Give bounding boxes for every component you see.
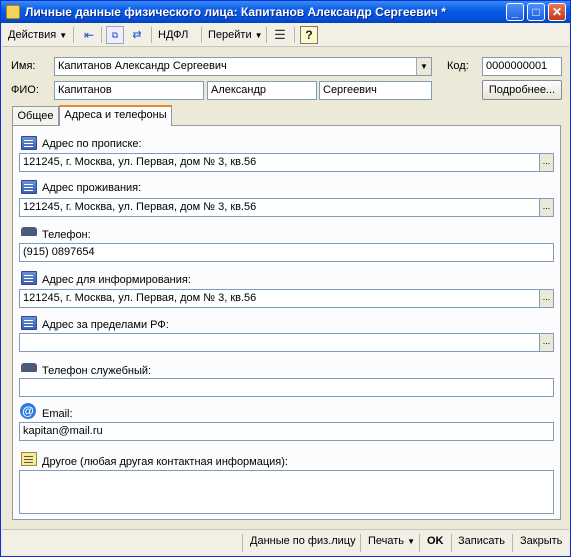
toolbar-divider [266, 27, 267, 43]
tab-addresses-phones[interactable]: Адреса и телефоны [59, 105, 172, 126]
note-icon [21, 452, 37, 466]
work-phone-label: Телефон служебный: [42, 365, 152, 377]
other-info-label: Другое (любая другая контактная информац… [42, 456, 288, 468]
arrow-left-icon[interactable]: ⇤ [80, 26, 98, 44]
minimize-button[interactable]: _ [506, 3, 524, 21]
residence-address-field[interactable]: 121245, г. Москва, ул. Первая, дом № 3, … [19, 198, 540, 217]
last-name-field[interactable]: Капитанов [54, 81, 204, 100]
toolbar-divider [294, 27, 295, 43]
details-button[interactable]: Подробнее... [482, 80, 562, 100]
ellipsis-icon[interactable]: ... [539, 153, 554, 172]
addresses-panel: Адрес по прописке: 121245, г. Москва, ул… [12, 125, 561, 520]
goto-label: Перейти [208, 29, 252, 41]
goto-menu[interactable]: Перейти ▼ [208, 26, 263, 44]
help-icon[interactable]: ? [300, 26, 318, 44]
name-select[interactable]: Капитанов Александр Сергеевич ▼ [54, 57, 432, 76]
name-label: Имя: [11, 60, 36, 72]
close-button[interactable]: Закрыть [520, 535, 562, 547]
tab-general[interactable]: Общее [12, 106, 59, 126]
ellipsis-icon[interactable]: ... [539, 333, 554, 352]
foreign-address-field[interactable] [19, 333, 540, 352]
address-book-icon [21, 271, 37, 285]
switch-doc-icon[interactable]: ⇄ [128, 26, 146, 44]
address-book-icon [21, 316, 37, 330]
registration-address-label: Адрес по прописке: [42, 138, 142, 150]
code-field[interactable]: 0000000001 [482, 57, 562, 76]
ndfl-button[interactable]: НДФЛ [158, 26, 188, 44]
print-label: Печать [368, 535, 405, 547]
code-label: Код: [447, 60, 469, 72]
form-window: Личные данные физического лица: Капитано… [0, 0, 571, 557]
work-phone-field[interactable] [19, 378, 554, 397]
foreign-address-label: Адрес за пределами РФ: [42, 319, 169, 331]
chevron-down-icon: ▼ [59, 31, 68, 40]
ok-button[interactable]: OK [427, 535, 444, 547]
registration-address-field[interactable]: 121245, г. Москва, ул. Первая, дом № 3, … [19, 153, 540, 172]
fio-label: ФИО: [11, 84, 39, 96]
chevron-down-icon: ▼ [254, 31, 263, 40]
command-bar: Данные по физ.лицу Печать ▼ OK Записать … [2, 529, 569, 555]
form-icon [6, 5, 20, 19]
address-book-icon [21, 180, 37, 194]
command-divider [512, 534, 513, 552]
chevron-down-icon[interactable]: ▼ [416, 58, 431, 75]
patronymic-field[interactable]: Сергеевич [319, 81, 432, 100]
command-divider [419, 534, 420, 552]
maximize-button[interactable]: □ [527, 3, 545, 21]
actions-menu[interactable]: Действия ▼ [8, 26, 67, 44]
toolbar-divider [151, 27, 152, 43]
other-info-textarea[interactable] [19, 470, 554, 514]
window-title: Личные данные физического лица: Капитано… [25, 5, 446, 19]
email-label: Email: [42, 408, 73, 420]
toolbar-divider [101, 27, 102, 43]
address-book-icon [21, 136, 37, 150]
phone-label: Телефон: [42, 229, 91, 241]
ellipsis-icon[interactable]: ... [539, 198, 554, 217]
copy-doc-icon[interactable]: ⧉ [106, 26, 124, 44]
phone-icon [21, 227, 37, 236]
close-window-button[interactable]: ✕ [548, 3, 566, 21]
command-divider [360, 534, 361, 552]
title-bar[interactable]: Личные данные физического лица: Капитано… [1, 1, 570, 23]
email-field[interactable]: kapitan@mail.ru [19, 422, 554, 441]
email-icon: @ [20, 403, 36, 419]
actions-label: Действия [8, 29, 57, 41]
toolbar: Действия ▼ ⇤ ⧉ ⇄ НДФЛ Перейти ▼ ☰ ? [2, 23, 569, 47]
phone-icon [21, 363, 37, 372]
phone-field[interactable]: (915) 0897654 [19, 243, 554, 262]
command-divider [242, 534, 243, 552]
toolbar-divider [201, 27, 202, 43]
ellipsis-icon[interactable]: ... [539, 289, 554, 308]
info-address-label: Адрес для информирования: [42, 274, 191, 286]
toolbar-divider [73, 27, 74, 43]
chevron-down-icon: ▼ [407, 537, 416, 546]
info-address-field[interactable]: 121245, г. Москва, ул. Первая, дом № 3, … [19, 289, 540, 308]
person-data-button[interactable]: Данные по физ.лицу [250, 535, 356, 547]
residence-address-label: Адрес проживания: [42, 182, 142, 194]
name-value: Капитанов Александр Сергеевич [58, 60, 227, 72]
command-divider [451, 534, 452, 552]
print-menu[interactable]: Печать ▼ [368, 535, 415, 547]
first-name-field[interactable]: Александр [207, 81, 317, 100]
list-icon[interactable]: ☰ [271, 26, 289, 44]
save-button[interactable]: Записать [458, 535, 505, 547]
